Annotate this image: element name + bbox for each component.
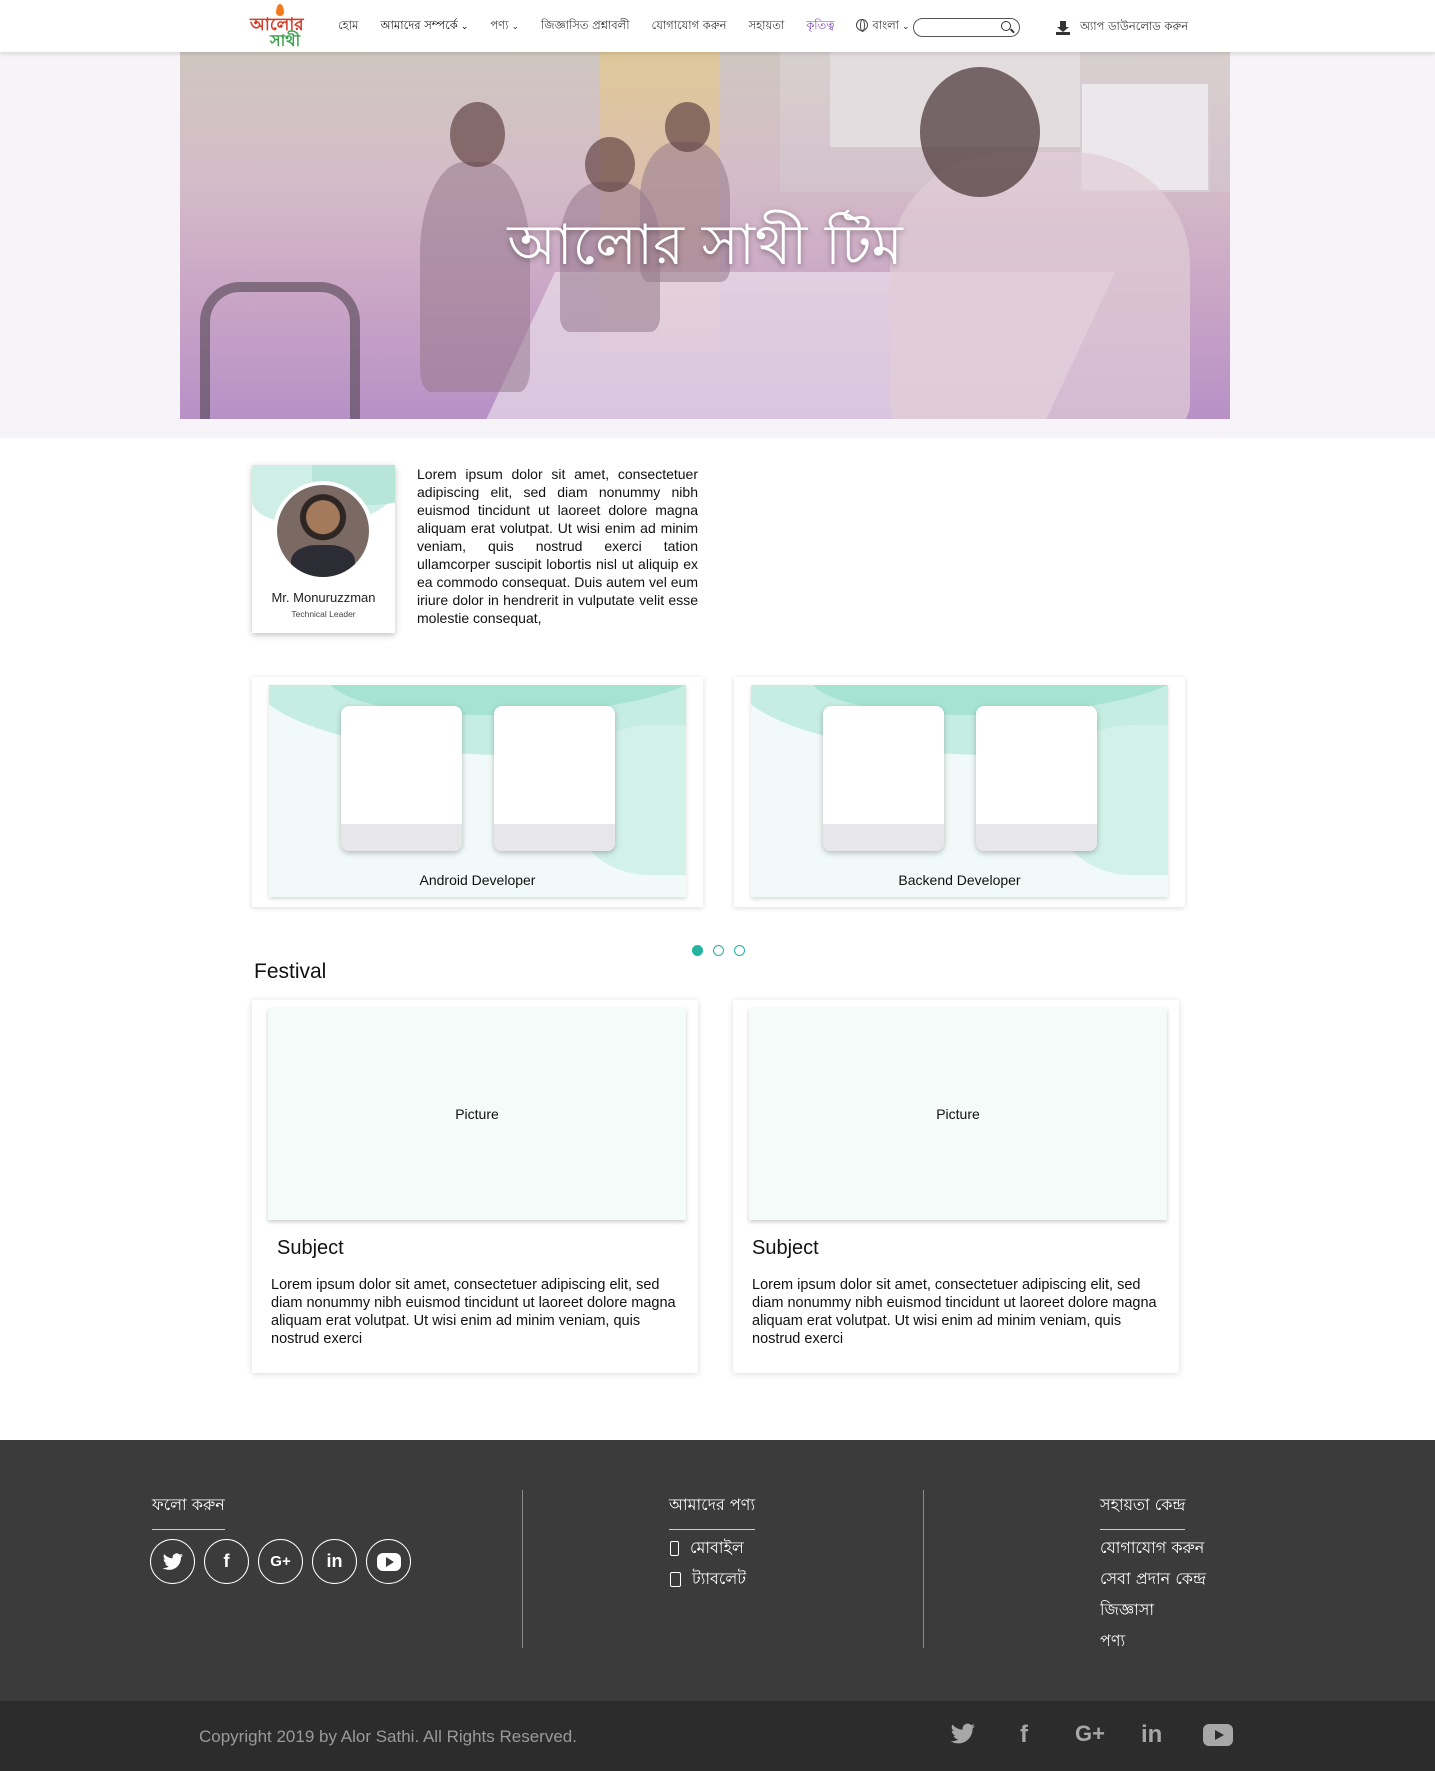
hero-photo-head bbox=[920, 67, 1040, 197]
festival-picture[interactable]: Picture bbox=[268, 1008, 686, 1220]
download-app-button[interactable]: অ্যাপ ডাউনলোড করুন bbox=[1056, 18, 1188, 37]
member-slot-footer bbox=[823, 824, 944, 851]
footer-support-link[interactable]: সেবা প্রদান কেন্দ্র bbox=[1100, 1566, 1206, 1593]
facebook-icon[interactable]: f bbox=[204, 1539, 249, 1584]
member-slot[interactable] bbox=[341, 706, 462, 851]
linkedin-icon[interactable]: in bbox=[1141, 1721, 1162, 1749]
nav-item-about[interactable]: আমাদের সম্পর্কে ⌄ bbox=[380, 17, 468, 36]
footer-support-link[interactable]: যোগাযোগ করুন bbox=[1100, 1535, 1204, 1562]
chevron-down-icon: ⌄ bbox=[460, 22, 469, 32]
nav-item-home[interactable]: হোম bbox=[338, 17, 358, 36]
footer-product-label: মোবাইল bbox=[690, 1538, 744, 1557]
nav-item-products[interactable]: পণ্য ⌄ bbox=[490, 17, 519, 36]
footer-products-title: আমাদের পণ্য bbox=[669, 1492, 756, 1530]
member-slot-footer bbox=[976, 824, 1097, 851]
mobile-icon bbox=[670, 1541, 679, 1556]
footer-product-tablet[interactable]: ট্যাবলেট bbox=[670, 1566, 746, 1593]
festival-card[interactable]: Picture Subject Lorem ipsum dolor sit am… bbox=[252, 1000, 698, 1373]
copyright-text: Copyright 2019 by Alor Sathi. All Rights… bbox=[199, 1727, 577, 1746]
leader-photo bbox=[277, 485, 369, 577]
footer-divider bbox=[923, 1490, 924, 1648]
carousel-pagination bbox=[692, 945, 755, 956]
festival-subject: Subject bbox=[752, 1237, 819, 1259]
hero-photo-chair bbox=[200, 282, 360, 419]
youtube-icon-shape bbox=[1203, 1724, 1233, 1746]
festival-picture[interactable]: Picture bbox=[749, 1008, 1167, 1220]
leader-role: Technical Leader bbox=[291, 609, 356, 619]
globe-icon bbox=[856, 19, 869, 32]
brand-logo[interactable]: আলোর সাথী bbox=[246, 4, 304, 50]
festival-body: Lorem ipsum dolor sit amet, consectetuer… bbox=[271, 1277, 676, 1347]
language-selector[interactable]: বাংলা ⌄ bbox=[856, 17, 910, 36]
hero-photo-head bbox=[585, 137, 635, 192]
youtube-icon-shape bbox=[376, 1553, 401, 1572]
carousel-dot[interactable] bbox=[734, 945, 745, 956]
facebook-icon[interactable]: f bbox=[1020, 1721, 1028, 1749]
festival-subject: Subject bbox=[277, 1237, 344, 1259]
google-plus-icon[interactable]: G+ bbox=[1075, 1721, 1105, 1747]
footer: ফলো করুন f G+ in আমাদের পণ্য মোবাইল ট্যা… bbox=[0, 1440, 1435, 1701]
leader-bio: Lorem ipsum dolor sit amet, consectetuer… bbox=[417, 466, 698, 626]
hero-title: আলোর সাথী টিম bbox=[507, 213, 903, 278]
footer-support-link[interactable]: জিজ্ঞাসা bbox=[1100, 1597, 1154, 1624]
nav-item-achievements[interactable]: কৃতিত্ব bbox=[806, 17, 834, 36]
footer-product-mobile[interactable]: মোবাইল bbox=[670, 1535, 744, 1562]
member-slot[interactable] bbox=[494, 706, 615, 851]
search-icon[interactable] bbox=[1001, 21, 1011, 31]
festival-section-title: Festival bbox=[254, 960, 327, 983]
search-input[interactable] bbox=[913, 18, 1020, 37]
member-slot[interactable] bbox=[976, 706, 1097, 851]
nav-item-about-label: আমাদের সম্পর্কে bbox=[380, 18, 458, 32]
carousel-dot[interactable] bbox=[692, 945, 703, 956]
team-card-panel: Android Developer bbox=[269, 685, 686, 897]
footer-product-label: ট্যাবলেট bbox=[692, 1569, 746, 1588]
footer-bottom-bar: Copyright 2019 by Alor Sathi. All Rights… bbox=[0, 1701, 1435, 1771]
nav-item-support[interactable]: সহায়তা bbox=[749, 17, 785, 36]
member-slot-footer bbox=[341, 824, 462, 851]
team-card-android[interactable]: Android Developer bbox=[252, 677, 703, 907]
footer-follow-title: ফলো করুন bbox=[152, 1492, 225, 1530]
tablet-icon bbox=[670, 1572, 681, 1587]
download-icon bbox=[1056, 20, 1070, 35]
member-slot-footer bbox=[494, 824, 615, 851]
team-card-backend[interactable]: Backend Developer bbox=[734, 677, 1185, 907]
youtube-icon[interactable] bbox=[366, 1539, 411, 1584]
google-plus-icon[interactable]: G+ bbox=[258, 1539, 303, 1584]
festival-body: Lorem ipsum dolor sit amet, consectetuer… bbox=[752, 1277, 1157, 1347]
team-label: Android Developer bbox=[419, 872, 536, 888]
footer-support-link[interactable]: পণ্য bbox=[1100, 1628, 1125, 1655]
picture-label: Picture bbox=[455, 1106, 499, 1122]
chevron-down-icon: ⌄ bbox=[511, 22, 520, 32]
linkedin-icon[interactable]: in bbox=[312, 1539, 357, 1584]
festival-card[interactable]: Picture Subject Lorem ipsum dolor sit am… bbox=[733, 1000, 1179, 1373]
picture-label: Picture bbox=[936, 1106, 980, 1122]
leader-card[interactable]: Mr. Monuruzzman Technical Leader bbox=[252, 465, 395, 633]
hero-banner: আলোর সাথী টিম bbox=[180, 52, 1230, 419]
nav-item-contact[interactable]: যোগাযোগ করুন bbox=[652, 17, 727, 36]
avatar bbox=[273, 481, 373, 581]
chevron-down-icon: ⌄ bbox=[902, 22, 910, 32]
main-menu: হোম আমাদের সম্পর্কে ⌄ পণ্য ⌄ জিজ্ঞাসিত প্র… bbox=[338, 17, 932, 36]
leader-name: Mr. Monuruzzman bbox=[271, 590, 376, 605]
language-label: বাংলা bbox=[872, 18, 900, 32]
youtube-icon[interactable] bbox=[1203, 1724, 1233, 1753]
hero-photo-head bbox=[665, 102, 710, 152]
twitter-icon[interactable] bbox=[150, 1539, 195, 1584]
twitter-icon[interactable] bbox=[950, 1723, 976, 1752]
team-card-panel: Backend Developer bbox=[751, 685, 1168, 897]
carousel-dot[interactable] bbox=[713, 945, 724, 956]
nav-item-faq[interactable]: জিজ্ঞাসিত প্রশ্নাবলী bbox=[541, 17, 630, 36]
download-app-label: অ্যাপ ডাউনলোড করুন bbox=[1080, 19, 1189, 33]
top-navbar: আলোর সাথী হোম আমাদের সম্পর্কে ⌄ পণ্য ⌄ জিজ… bbox=[0, 0, 1435, 52]
logo-text-line2: সাথী bbox=[270, 31, 301, 50]
hero-photo-head bbox=[450, 102, 505, 167]
member-slot[interactable] bbox=[823, 706, 944, 851]
footer-divider bbox=[522, 1490, 523, 1648]
footer-support-title: সহায়তা কেন্দ্র bbox=[1100, 1492, 1186, 1530]
team-label: Backend Developer bbox=[898, 872, 1021, 888]
nav-item-products-label: পণ্য bbox=[490, 18, 509, 32]
